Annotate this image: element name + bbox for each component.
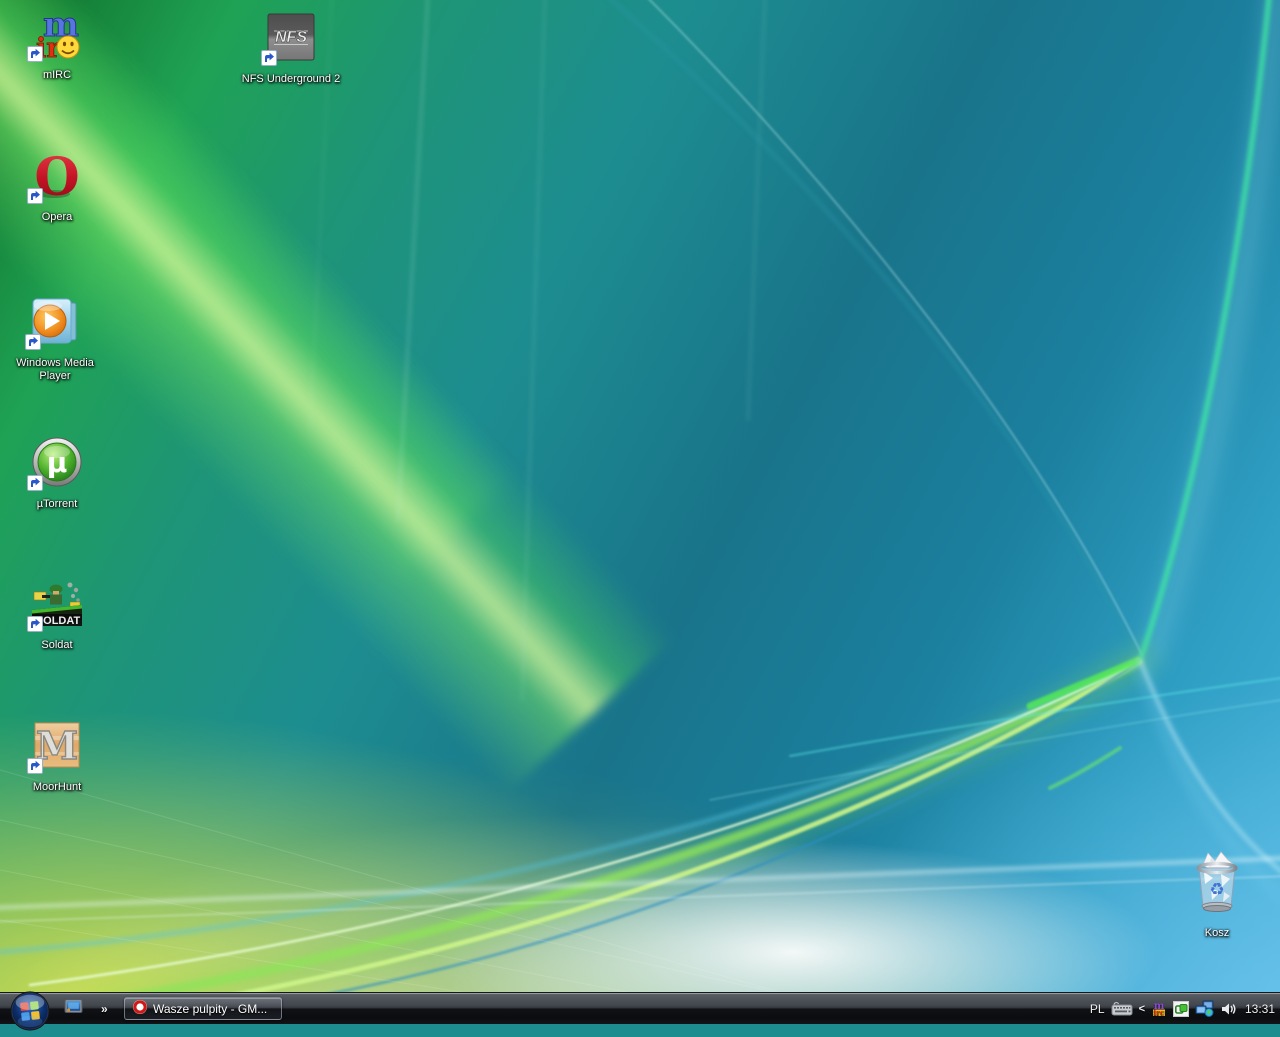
mirc-tray-icon[interactable]: m irc xyxy=(1151,1001,1167,1017)
opera-icon: O xyxy=(27,148,84,204)
tray-collapse-chevron[interactable]: < xyxy=(1139,1003,1145,1015)
shortcut-arrow-icon xyxy=(261,50,277,66)
volume-icon[interactable] xyxy=(1220,1001,1237,1017)
shortcut-arrow-icon xyxy=(27,188,43,204)
recycle-bin-full-icon: ♻ xyxy=(1187,848,1247,918)
desktop-icon-label: µTorrent xyxy=(36,498,78,510)
moorhunt-icon: M xyxy=(27,718,84,774)
desktop-icon-label: Soldat xyxy=(41,639,73,651)
clock[interactable]: 13:31 xyxy=(1243,1002,1275,1016)
shortcut-arrow-icon xyxy=(27,46,43,62)
desktop-icon-mirc[interactable]: m ir mIRC xyxy=(2,6,112,82)
desktop-icon-label: MoorHunt xyxy=(32,781,82,793)
quick-launch-bar: » xyxy=(64,993,108,1024)
windows-media-player-icon xyxy=(25,294,82,350)
soldat-icon: SOLDAT xyxy=(27,576,84,632)
nfs-icon: NFS xyxy=(261,10,318,66)
taskbar-button-opera-window[interactable]: Wasze pulpity - GM... xyxy=(124,997,282,1020)
quicklaunch-expand-chevron[interactable]: » xyxy=(101,1002,108,1016)
nfs-glyph: NFS xyxy=(275,29,307,46)
desktop-icon-label: NFS Underground 2 xyxy=(241,73,341,85)
shortcut-arrow-icon xyxy=(27,475,43,491)
desktop-icon-recycle-bin[interactable]: ♻ Kosz xyxy=(1162,848,1272,940)
desktop-icon-label: mIRC xyxy=(42,69,72,81)
language-indicator[interactable]: PL xyxy=(1090,1002,1105,1016)
desktop-icon-label: Kosz xyxy=(1204,927,1230,939)
desktop-icon-opera[interactable]: O Opera xyxy=(2,148,112,224)
taskbar: » Wasze pulpity - GM... PL < m irc 13:31 xyxy=(0,991,1280,1031)
desktop-icon-windows-media-player[interactable]: Windows Media Player xyxy=(0,294,110,383)
shortcut-arrow-icon xyxy=(27,758,43,774)
task-button-label: Wasze pulpity - GM... xyxy=(153,1001,268,1016)
shortcut-arrow-icon xyxy=(25,334,41,350)
network-icon[interactable] xyxy=(1195,1000,1214,1017)
desktop-icon-soldat[interactable]: SOLDAT Soldat xyxy=(2,576,112,652)
shortcut-arrow-icon xyxy=(27,616,43,632)
system-tray: PL < m irc 13:31 xyxy=(1090,993,1275,1024)
svg-text:irc: irc xyxy=(1153,1008,1165,1017)
opera-icon xyxy=(132,999,148,1018)
recycle-symbol: ♻ xyxy=(1209,880,1224,900)
mirc-icon: m ir xyxy=(27,6,84,62)
mirc-smiley xyxy=(56,35,80,59)
tray-icon-green-app[interactable] xyxy=(1173,1000,1189,1017)
desktop-icon-label: Opera xyxy=(41,211,73,223)
show-desktop-button[interactable] xyxy=(64,998,83,1020)
desktop-icon-moorhunt[interactable]: M MoorHunt xyxy=(2,718,112,794)
keyboard-icon[interactable] xyxy=(1111,1001,1133,1016)
desktop-icon-label: Windows Media Player xyxy=(16,357,94,382)
desktop-icon-nfs-underground-2[interactable]: NFS NFS Underground 2 xyxy=(236,10,346,86)
start-button[interactable] xyxy=(9,990,51,1032)
utorrent-icon: µ xyxy=(27,435,84,491)
desktop-icon-utorrent[interactable]: µ µTorrent xyxy=(2,435,112,511)
